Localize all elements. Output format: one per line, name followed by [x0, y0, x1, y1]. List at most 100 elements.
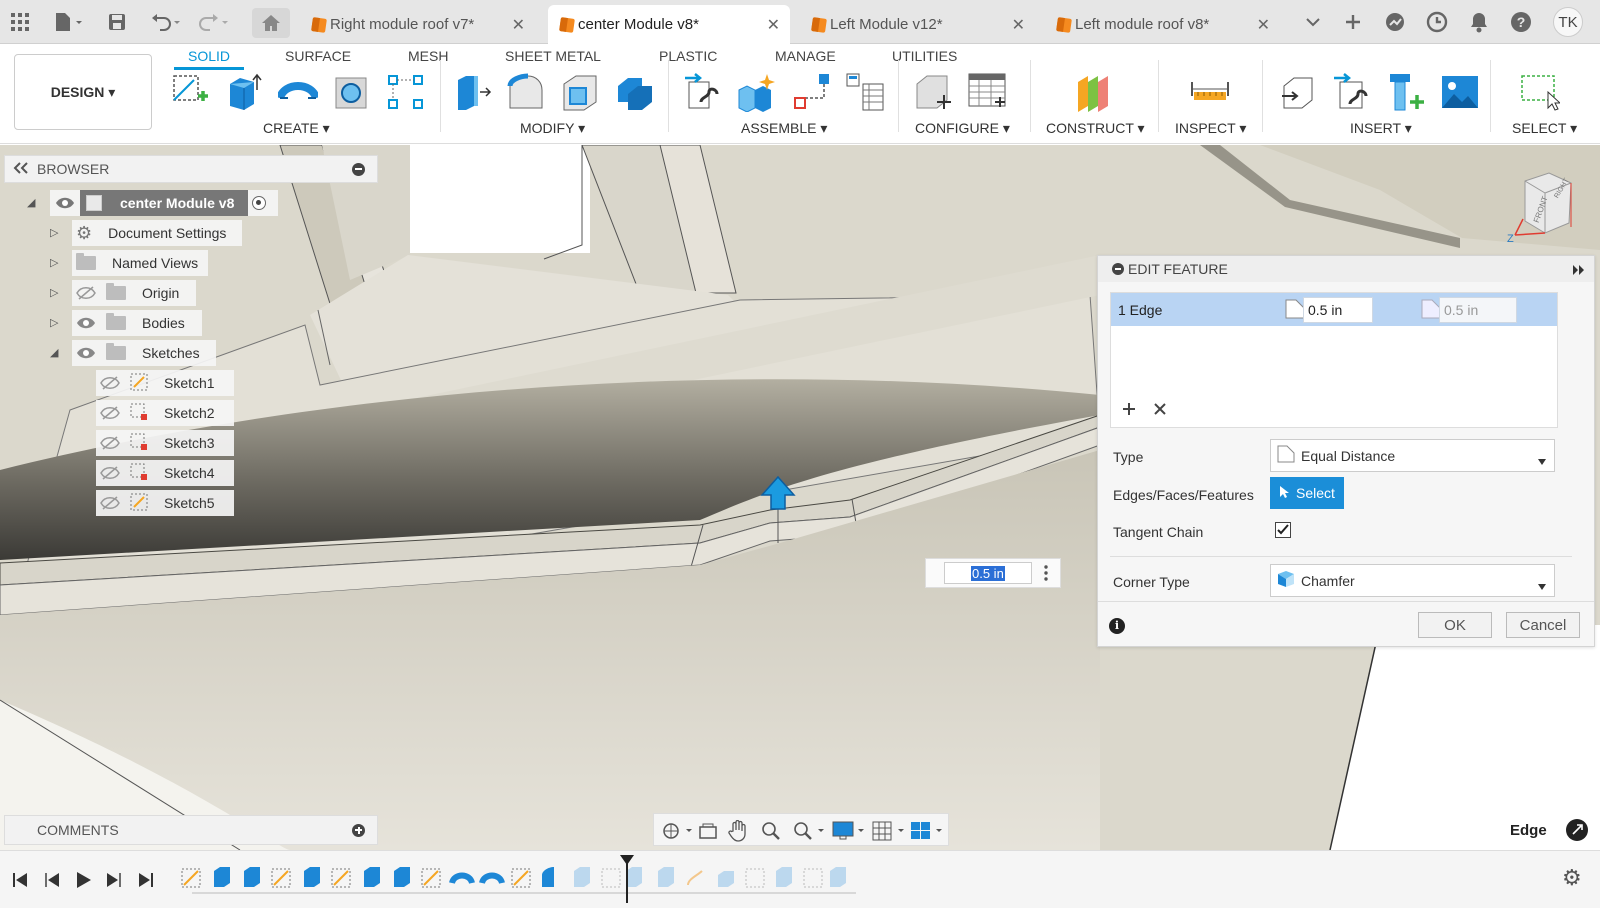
extrude-icon[interactable]	[224, 72, 264, 112]
distance-1-input[interactable]: 0.5 in	[1303, 297, 1373, 323]
close-icon[interactable]: ✕	[512, 15, 525, 35]
help-icon[interactable]: ?	[1508, 10, 1534, 34]
browser-item-document-settings[interactable]: ⚙ Document Settings	[72, 220, 242, 246]
ok-button[interactable]: OK	[1418, 612, 1492, 638]
revolve-icon[interactable]	[278, 72, 318, 112]
insert-canvas-icon[interactable]	[1440, 72, 1480, 112]
new-tab-plus-icon[interactable]	[1340, 10, 1366, 34]
activate-radio-icon[interactable]	[252, 196, 266, 210]
visibility-eye-icon[interactable]	[76, 346, 96, 360]
timeline-features[interactable]	[180, 861, 860, 901]
type-dropdown[interactable]: Equal Distance	[1270, 439, 1555, 472]
create-sketch-icon[interactable]	[170, 72, 210, 112]
create-menu[interactable]: CREATE ▾	[263, 120, 330, 137]
extensions-icon[interactable]	[1382, 10, 1408, 34]
insert-menu[interactable]: INSERT ▾	[1350, 120, 1412, 137]
browser-item-sketch3[interactable]: Sketch3	[96, 430, 234, 456]
zoom-window-icon[interactable]	[792, 820, 826, 845]
file-menu-icon[interactable]	[50, 10, 86, 34]
expand-triangle-icon[interactable]: ▷	[50, 286, 58, 299]
tab-sheet-metal[interactable]: SHEET METAL	[505, 46, 601, 70]
tab-center-module[interactable]: center Module v8* ✕	[548, 5, 790, 44]
tab-utilities[interactable]: UTILITIES	[892, 46, 957, 70]
hole-icon[interactable]	[332, 72, 372, 112]
expand-triangle-icon[interactable]: ▷	[50, 256, 58, 269]
dialog-collapse-icon[interactable]	[1112, 263, 1124, 275]
info-icon[interactable]: i	[1109, 618, 1125, 634]
hidden-eye-icon[interactable]	[100, 436, 120, 450]
undo-icon[interactable]	[148, 10, 184, 34]
browser-item-sketch2[interactable]: Sketch2	[96, 400, 234, 426]
viewcube[interactable]: FRONT RIGHT Z	[1505, 163, 1585, 245]
construct-menu[interactable]: CONSTRUCT ▾	[1046, 120, 1145, 137]
timeline-marker[interactable]	[620, 855, 634, 903]
close-icon[interactable]: ✕	[1257, 15, 1270, 35]
hidden-eye-icon[interactable]	[100, 496, 120, 510]
configure-model-icon[interactable]	[913, 72, 953, 112]
play-icon[interactable]	[76, 871, 92, 892]
tab-mesh[interactable]: MESH	[408, 46, 448, 70]
configure-menu[interactable]: CONFIGURE ▾	[915, 120, 1010, 137]
browser-item-sketch4[interactable]: Sketch4	[96, 460, 234, 486]
tab-right-module-roof[interactable]: Right module roof v7* ✕	[300, 5, 535, 44]
browser-item-sketch5[interactable]: Sketch5	[96, 490, 234, 516]
assemble-menu[interactable]: ASSEMBLE ▾	[741, 120, 827, 137]
configuration-table-icon[interactable]	[967, 72, 1007, 112]
combine-icon[interactable]	[614, 72, 654, 112]
tab-surface[interactable]: SURFACE	[285, 46, 351, 70]
browser-item-named-views[interactable]: Named Views	[72, 250, 208, 276]
look-at-icon[interactable]	[698, 821, 718, 844]
timeline-settings-gear-icon[interactable]: ⚙	[1562, 865, 1582, 891]
insert-component-icon[interactable]	[1332, 72, 1372, 112]
expand-dialog-icon[interactable]	[1572, 263, 1586, 279]
window-select-icon[interactable]	[1520, 72, 1560, 112]
close-icon[interactable]: ✕	[767, 15, 780, 35]
orbit-icon[interactable]	[662, 821, 694, 844]
measure-icon[interactable]	[1190, 72, 1230, 112]
edge-row[interactable]: 1 Edge 0.5 in 0.5 in	[1111, 293, 1557, 326]
distance-2-input[interactable]: 0.5 in	[1439, 297, 1517, 323]
browser-item-sketch1[interactable]: Sketch1	[96, 370, 234, 396]
user-avatar[interactable]: TK	[1553, 7, 1583, 37]
redo-icon[interactable]	[196, 10, 232, 34]
save-icon[interactable]	[105, 10, 129, 34]
viewports-icon[interactable]	[910, 821, 944, 844]
step-back-icon[interactable]	[44, 872, 60, 891]
go-to-start-icon[interactable]	[12, 872, 28, 891]
select-edges-button[interactable]: Select	[1270, 477, 1344, 509]
dialog-header[interactable]: EDIT FEATURE	[1098, 256, 1594, 282]
add-comment-icon[interactable]	[352, 824, 365, 837]
browser-root-component[interactable]: center Module v8	[50, 190, 278, 216]
display-settings-icon[interactable]	[832, 821, 866, 844]
visibility-eye-icon[interactable]	[55, 196, 75, 210]
browser-panel-header[interactable]: BROWSER	[4, 155, 378, 183]
tab-overflow-chevron-icon[interactable]	[1300, 10, 1326, 34]
close-icon[interactable]: ✕	[1012, 15, 1025, 35]
zoom-icon[interactable]	[760, 820, 782, 845]
tab-left-module-roof[interactable]: Left module roof v8* ✕	[1045, 5, 1280, 44]
grid-snaps-icon[interactable]	[872, 821, 906, 844]
job-status-clock-icon[interactable]	[1424, 10, 1450, 34]
browser-item-bodies[interactable]: Bodies	[72, 310, 202, 336]
pan-hand-icon[interactable]	[728, 819, 748, 845]
tangent-chain-checkbox[interactable]	[1275, 522, 1291, 538]
panel-minimize-icon[interactable]	[352, 163, 365, 176]
pattern-icon[interactable]	[386, 72, 426, 112]
collapse-panel-icon[interactable]	[13, 162, 29, 177]
apps-grid-icon[interactable]	[8, 10, 32, 34]
hidden-eye-icon[interactable]	[100, 406, 120, 420]
joint-icon[interactable]	[737, 72, 777, 112]
offset-plane-icon[interactable]	[1074, 72, 1114, 112]
browser-item-origin[interactable]: Origin	[72, 280, 196, 306]
expand-triangle-icon[interactable]: ◢	[27, 196, 35, 209]
as-built-joint-icon[interactable]	[791, 72, 831, 112]
select-menu[interactable]: SELECT ▾	[1512, 120, 1577, 137]
inspect-menu[interactable]: INSPECT ▾	[1175, 120, 1246, 137]
tab-solid[interactable]: SOLID	[174, 46, 245, 70]
insert-mcmaster-icon[interactable]	[1386, 72, 1426, 112]
shell-icon[interactable]	[560, 72, 600, 112]
home-icon[interactable]	[252, 8, 290, 38]
collapse-triangle-icon[interactable]: ◢	[50, 346, 58, 359]
press-pull-icon[interactable]	[452, 72, 492, 112]
modify-menu[interactable]: MODIFY ▾	[520, 120, 585, 137]
